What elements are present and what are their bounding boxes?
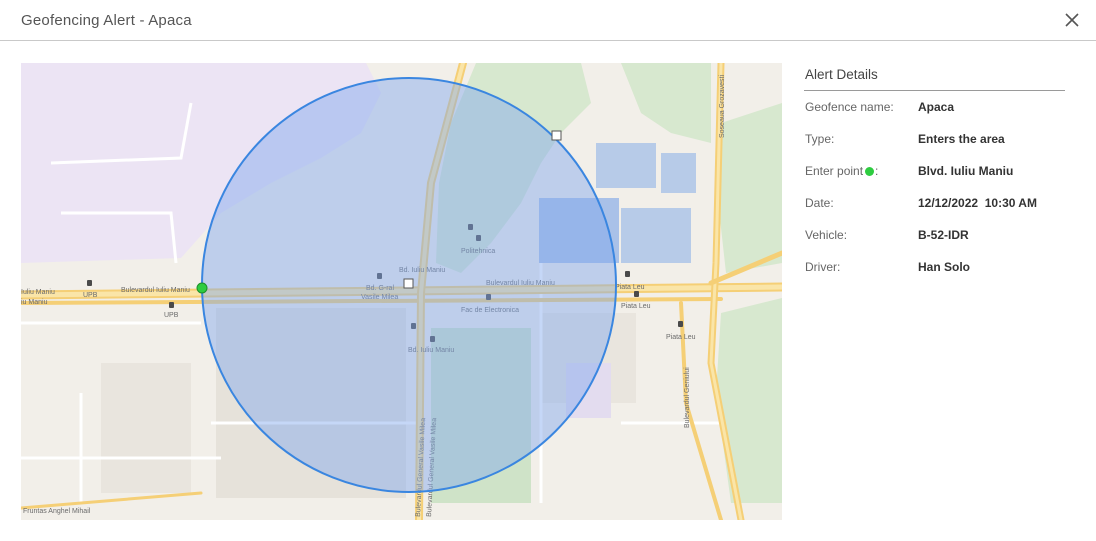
map-label-upb-1: UPB bbox=[83, 292, 98, 299]
detail-value: Apaca bbox=[918, 100, 955, 114]
detail-label: Date: bbox=[805, 196, 834, 210]
alert-details-heading: Alert Details bbox=[804, 63, 1065, 91]
detail-label-enter-point: Enter point : bbox=[804, 164, 918, 178]
map-label-piata-leu-3: Piata Leu bbox=[666, 334, 696, 341]
detail-label: Geofence name: bbox=[805, 100, 894, 114]
detail-row-driver: Driver: Han Solo bbox=[804, 251, 1065, 283]
detail-row-type: Type: Enters the area bbox=[804, 123, 1065, 155]
detail-label-suffix: : bbox=[875, 164, 879, 178]
map-label-grozavesti: Soseaua Grozavesti bbox=[719, 75, 726, 138]
detail-value: B-52-IDR bbox=[918, 228, 969, 242]
geofence-center-handle[interactable] bbox=[403, 278, 414, 289]
detail-row-enter-point: Enter point : Blvd. Iuliu Maniu bbox=[804, 155, 1065, 187]
dialog-title: Geofencing Alert - Apaca bbox=[21, 11, 192, 29]
green-dot-icon bbox=[865, 166, 875, 176]
map-label-blvd-maniu-left: Bulevardul Iuliu Maniu bbox=[121, 287, 190, 294]
map-label-upb-2: UPB bbox=[164, 312, 179, 319]
detail-value: Han Solo bbox=[918, 260, 971, 274]
geofence-resize-handle[interactable] bbox=[551, 130, 562, 141]
detail-label: Enter point bbox=[805, 164, 864, 178]
map-label-maniu-edge: Iuliu Maniu bbox=[21, 289, 55, 296]
bus-stop-icon bbox=[169, 302, 174, 308]
bus-stop-icon bbox=[634, 291, 639, 297]
detail-row-date: Date: 12/12/2022 10:30 AM bbox=[804, 187, 1065, 219]
map-label-geniului: Bulevardul Geniului bbox=[684, 367, 691, 428]
detail-row-vehicle: Vehicle: B-52-IDR bbox=[804, 219, 1065, 251]
detail-label: Driver: bbox=[805, 260, 841, 274]
bus-stop-icon bbox=[625, 271, 630, 277]
map-view[interactable]: Bulevardul Iuliu Maniu Bulevardul Iuliu … bbox=[21, 63, 782, 520]
map-label-piata-leu-1: Piata Leu bbox=[615, 284, 645, 291]
detail-value: Blvd. Iuliu Maniu bbox=[918, 164, 1014, 178]
dialog-header: Geofencing Alert - Apaca bbox=[0, 0, 1096, 41]
map-label-piata-leu-2: Piata Leu bbox=[621, 303, 651, 310]
map-canvas: Bulevardul Iuliu Maniu Bulevardul Iuliu … bbox=[21, 63, 782, 520]
enter-point-marker[interactable] bbox=[196, 282, 208, 294]
detail-value: 12/12/2022 10:30 AM bbox=[918, 196, 1037, 210]
detail-value: Enters the area bbox=[918, 132, 1005, 146]
bus-stop-icon bbox=[678, 321, 683, 327]
detail-label: Type: bbox=[805, 132, 835, 146]
alert-details-panel: Alert Details Geofence name: Apaca Type:… bbox=[804, 63, 1065, 283]
detail-row-geofence-name: Geofence name: Apaca bbox=[804, 91, 1065, 123]
close-button[interactable] bbox=[1061, 9, 1083, 31]
detail-label: Vehicle: bbox=[805, 228, 848, 242]
map-label-maniu-edge2: iu Maniu bbox=[21, 299, 48, 306]
close-icon bbox=[1065, 13, 1079, 27]
map-label-fruntas-anghel: Fruntas Anghel Mihail bbox=[23, 508, 91, 515]
bus-stop-icon bbox=[87, 280, 92, 286]
